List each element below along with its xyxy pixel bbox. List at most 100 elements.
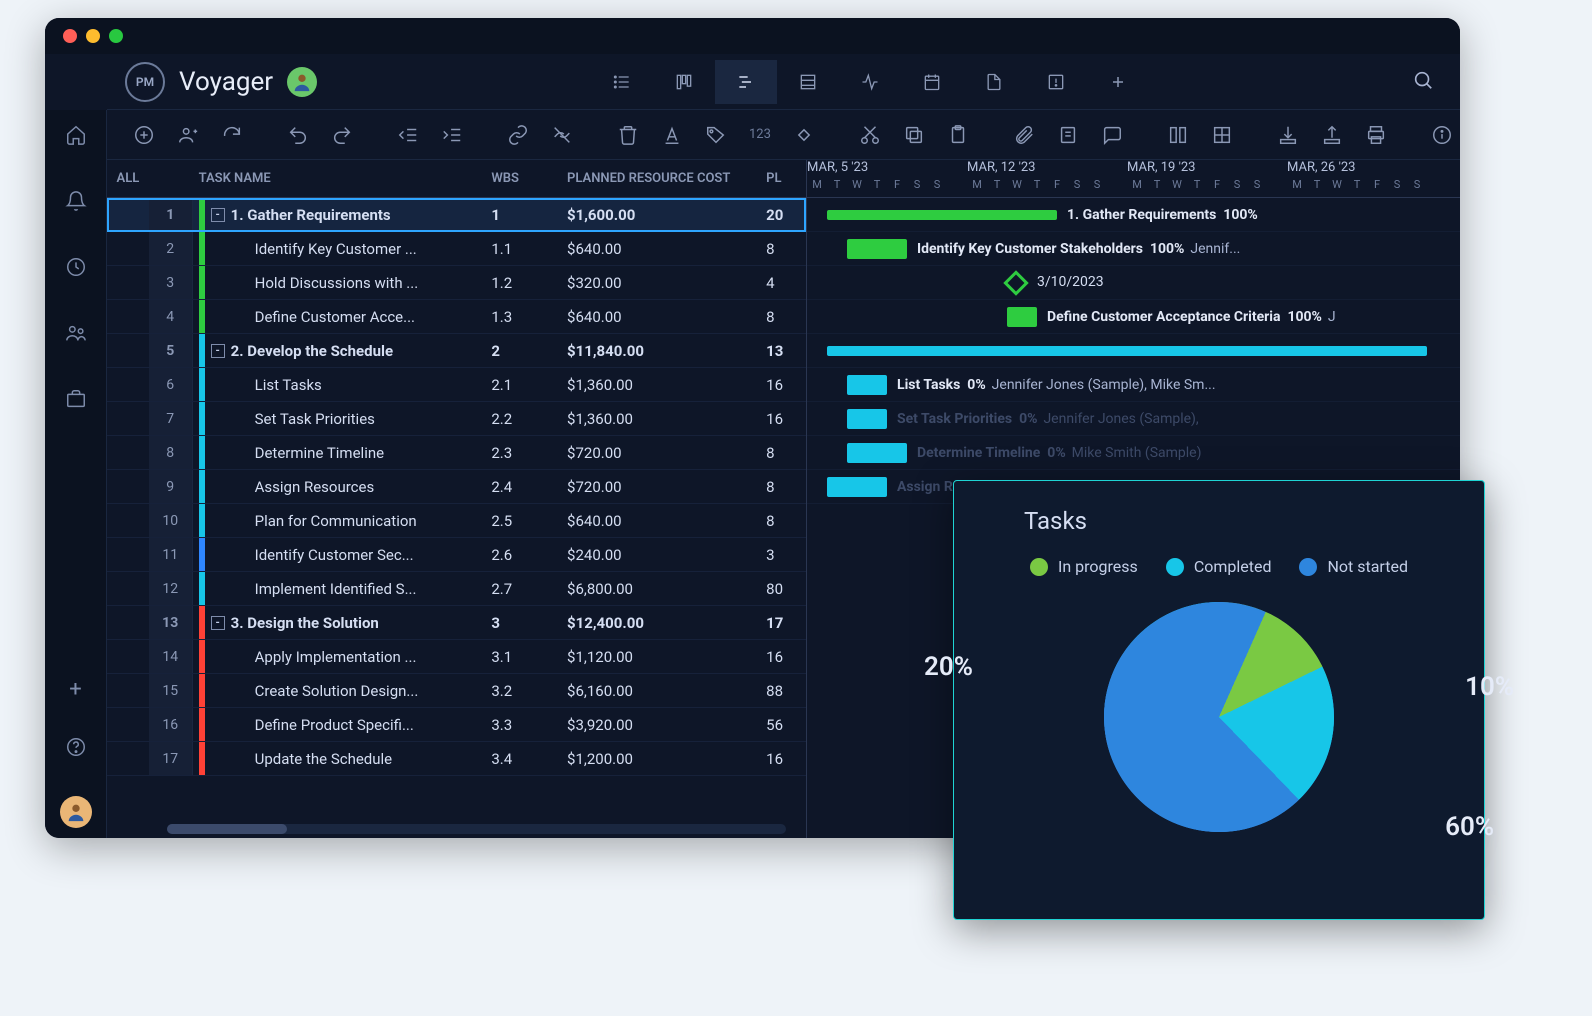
table-row[interactable]: 8 Determine Timeline 2.3 $720.00 8 bbox=[107, 436, 806, 470]
app-header: PM Voyager bbox=[107, 54, 1460, 110]
add-view-icon[interactable] bbox=[1087, 60, 1149, 104]
import-icon[interactable] bbox=[1273, 120, 1303, 150]
alert-view-icon[interactable] bbox=[1025, 60, 1087, 104]
copy-icon[interactable] bbox=[899, 120, 929, 150]
assign-user-icon[interactable] bbox=[173, 120, 203, 150]
unlink-icon[interactable] bbox=[547, 120, 577, 150]
grid-icon[interactable] bbox=[1207, 120, 1237, 150]
refresh-icon[interactable] bbox=[217, 120, 247, 150]
task-table: ALL TASK NAME WBS PLANNED RESOURCE COST … bbox=[107, 160, 807, 838]
table-row[interactable]: 1 - 1. Gather Requirements 1 $1,600.00 2… bbox=[107, 198, 806, 232]
gantt-timeline-header: MAR, 5 '23 MTWTFSSMAR, 12 '23 MTWTFSSMAR… bbox=[807, 160, 1460, 198]
add-icon[interactable]: + bbox=[69, 677, 81, 702]
outdent-icon[interactable] bbox=[393, 120, 423, 150]
table-row[interactable]: 7 Set Task Priorities 2.2 $1,360.00 16 bbox=[107, 402, 806, 436]
table-row[interactable]: 2 Identify Key Customer ... 1.1 $640.00 … bbox=[107, 232, 806, 266]
add-task-icon[interactable] bbox=[129, 120, 159, 150]
link-icon[interactable] bbox=[503, 120, 533, 150]
table-row[interactable]: 4 Define Customer Acce... 1.3 $640.00 8 bbox=[107, 300, 806, 334]
logo-badge: PM bbox=[125, 62, 165, 102]
search-icon[interactable] bbox=[1404, 61, 1442, 103]
collapse-icon[interactable]: - bbox=[211, 344, 225, 358]
gantt-row[interactable]: Define Customer Acceptance Criteria 100%… bbox=[807, 300, 1460, 334]
paste-icon[interactable] bbox=[943, 120, 973, 150]
gantt-row[interactable]: Determine Timeline 0%Mike Smith (Sample) bbox=[807, 436, 1460, 470]
minimize-window-button[interactable] bbox=[86, 29, 100, 43]
tasks-pie-panel: Tasks In progress Completed Not started … bbox=[953, 480, 1485, 920]
file-view-icon[interactable] bbox=[963, 60, 1025, 104]
sheet-view-icon[interactable] bbox=[777, 60, 839, 104]
table-row[interactable]: 9 Assign Resources 2.4 $720.00 8 bbox=[107, 470, 806, 504]
text-color-icon[interactable] bbox=[657, 120, 687, 150]
diamond-icon[interactable] bbox=[789, 120, 819, 150]
cut-icon[interactable] bbox=[855, 120, 885, 150]
column-wbs[interactable]: WBS bbox=[491, 171, 567, 186]
table-row[interactable]: 13 - 3. Design the Solution 3 $12,400.00… bbox=[107, 606, 806, 640]
briefcase-icon[interactable] bbox=[59, 382, 93, 420]
view-switcher bbox=[591, 60, 1149, 104]
gantt-view-icon[interactable] bbox=[715, 60, 777, 104]
pct-notstarted: 60% bbox=[1445, 812, 1494, 842]
activity-view-icon[interactable] bbox=[839, 60, 901, 104]
table-header: ALL TASK NAME WBS PLANNED RESOURCE COST … bbox=[107, 160, 806, 198]
chart-title: Tasks bbox=[1024, 507, 1454, 535]
maximize-window-button[interactable] bbox=[109, 29, 123, 43]
chart-legend: In progress Completed Not started bbox=[984, 557, 1454, 576]
gantt-row[interactable]: List Tasks 0%Jennifer Jones (Sample), Mi… bbox=[807, 368, 1460, 402]
project-title: Voyager bbox=[179, 67, 273, 97]
comment-icon[interactable] bbox=[1097, 120, 1127, 150]
gantt-row[interactable]: Set Task Priorities 0%Jennifer Jones (Sa… bbox=[807, 402, 1460, 436]
help-icon[interactable] bbox=[59, 730, 93, 768]
table-row[interactable]: 14 Apply Implementation ... 3.1 $1,120.0… bbox=[107, 640, 806, 674]
legend-completed: Completed bbox=[1166, 557, 1272, 576]
gantt-row[interactable]: Identify Key Customer Stakeholders 100%J… bbox=[807, 232, 1460, 266]
board-view-icon[interactable] bbox=[653, 60, 715, 104]
legend-not-started: Not started bbox=[1299, 557, 1408, 576]
collapse-icon[interactable]: - bbox=[211, 616, 225, 630]
people-icon[interactable] bbox=[59, 316, 93, 354]
user-avatar[interactable] bbox=[60, 796, 92, 828]
gantt-row[interactable]: 1. Gather Requirements 100% bbox=[807, 198, 1460, 232]
home-icon[interactable] bbox=[59, 118, 93, 156]
pct-inprogress: 10% bbox=[1465, 672, 1514, 702]
column-cost[interactable]: PLANNED RESOURCE COST bbox=[567, 171, 766, 186]
close-window-button[interactable] bbox=[63, 29, 77, 43]
table-row[interactable]: 10 Plan for Communication 2.5 $640.00 8 bbox=[107, 504, 806, 538]
clock-icon[interactable] bbox=[59, 250, 93, 288]
gantt-row[interactable] bbox=[807, 334, 1460, 368]
tag-icon[interactable] bbox=[701, 120, 731, 150]
table-row[interactable]: 16 Define Product Specifi... 3.3 $3,920.… bbox=[107, 708, 806, 742]
left-nav-rail: + bbox=[45, 110, 107, 838]
table-row[interactable]: 6 List Tasks 2.1 $1,360.00 16 bbox=[107, 368, 806, 402]
pct-completed: 20% bbox=[924, 652, 973, 682]
table-row[interactable]: 3 Hold Discussions with ... 1.2 $320.00 … bbox=[107, 266, 806, 300]
export-icon[interactable] bbox=[1317, 120, 1347, 150]
trash-icon[interactable] bbox=[613, 120, 643, 150]
column-pl[interactable]: PL bbox=[766, 171, 806, 186]
columns-icon[interactable] bbox=[1163, 120, 1193, 150]
header-avatar[interactable] bbox=[287, 67, 317, 97]
column-task-name[interactable]: TASK NAME bbox=[193, 171, 492, 186]
gantt-row[interactable]: 3/10/2023 bbox=[807, 266, 1460, 300]
column-all[interactable]: ALL bbox=[107, 171, 149, 186]
info-icon[interactable] bbox=[1427, 120, 1457, 150]
number-format-button[interactable]: 123 bbox=[745, 123, 775, 146]
table-row[interactable]: 12 Implement Identified S... 2.7 $6,800.… bbox=[107, 572, 806, 606]
undo-icon[interactable] bbox=[283, 120, 313, 150]
legend-in-progress: In progress bbox=[1030, 557, 1138, 576]
horizontal-scrollbar[interactable] bbox=[167, 824, 786, 834]
notes-icon[interactable] bbox=[1053, 120, 1083, 150]
bell-icon[interactable] bbox=[59, 184, 93, 222]
table-row[interactable]: 5 - 2. Develop the Schedule 2 $11,840.00… bbox=[107, 334, 806, 368]
attach-icon[interactable] bbox=[1009, 120, 1039, 150]
collapse-icon[interactable]: - bbox=[211, 208, 225, 222]
indent-icon[interactable] bbox=[437, 120, 467, 150]
window-titlebar bbox=[45, 18, 1460, 54]
table-row[interactable]: 11 Identify Customer Sec... 2.6 $240.00 … bbox=[107, 538, 806, 572]
table-row[interactable]: 17 Update the Schedule 3.4 $1,200.00 16 bbox=[107, 742, 806, 776]
table-row[interactable]: 15 Create Solution Design... 3.2 $6,160.… bbox=[107, 674, 806, 708]
calendar-view-icon[interactable] bbox=[901, 60, 963, 104]
print-icon[interactable] bbox=[1361, 120, 1391, 150]
redo-icon[interactable] bbox=[327, 120, 357, 150]
list-view-icon[interactable] bbox=[591, 60, 653, 104]
